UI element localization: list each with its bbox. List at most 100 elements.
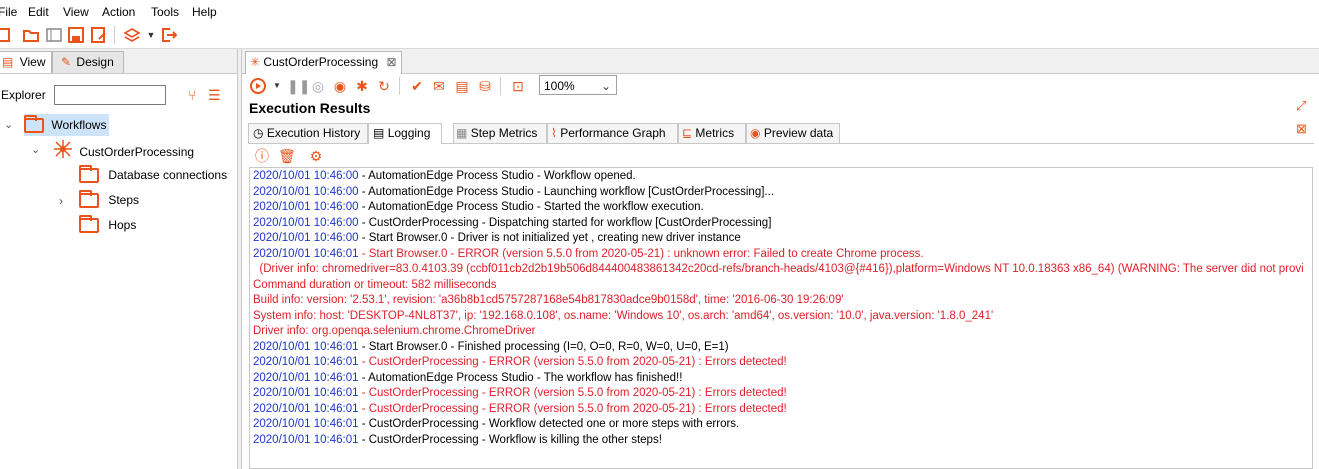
open-folder-icon[interactable] (23, 27, 39, 43)
log-message: - AutomationEdge Process Studio - Starte… (358, 201, 704, 213)
tree-label: CustOrderProcessing (79, 144, 195, 159)
log-error-message: (Driver info: chromedriver=83.0.4103.39 … (253, 263, 1304, 275)
new-file-icon[interactable] (0, 27, 12, 43)
tree-hierarchy-icon[interactable]: ⑂ (188, 87, 196, 103)
close-icon[interactable]: ⊠ (386, 55, 396, 69)
menu-tools[interactable]: Tools (151, 5, 179, 19)
eye-icon: ◉ (750, 126, 761, 140)
toolbar-divider (399, 77, 400, 95)
error-filter-icon[interactable]: ⓘ (254, 148, 270, 164)
tree-item-steps[interactable]: Steps (79, 189, 139, 211)
log-error-message: Driver info: org.openqa.selenium.chrome.… (253, 325, 536, 337)
zoom-select[interactable]: 100% ⌄ (539, 75, 617, 95)
explorer-search-input[interactable] (54, 85, 166, 105)
tree-label: Steps (108, 193, 140, 207)
menu-file[interactable]: File (0, 5, 17, 19)
maximize-icon[interactable]: ⤢ (1296, 98, 1306, 114)
export-icon[interactable] (161, 27, 178, 43)
log-timestamp: 2020/10/01 10:46:01 (253, 387, 359, 399)
log-timestamp: 2020/10/01 10:46:01 (253, 402, 359, 415)
tab-metrics[interactable]: ⊑ Metrics (678, 123, 746, 143)
menu-bar: File Edit View Action Tools Help (0, 0, 1319, 22)
log-timestamp: 2020/10/01 10:46:01 (253, 433, 359, 446)
tree-item-hops[interactable]: Hops (79, 214, 136, 236)
log-line: 2020/10/01 10:46:00 - CustOrderProcessin… (253, 216, 771, 232)
run-icon[interactable] (250, 78, 266, 94)
log-line: Driver info: org.openqa.selenium.chrome.… (253, 324, 536, 340)
stop-icon[interactable]: ◎ (310, 78, 326, 94)
collapse-all-icon[interactable]: ☰ (208, 87, 221, 104)
tab-execution-history[interactable]: ◷ Execution History (248, 123, 368, 143)
editor-tab-custorderprocessing[interactable]: ✳ CustOrderProcessing ⊠ (245, 51, 402, 74)
execution-toolbar: ▼ ❚❚ ◎ ◉ ✱ ↻ ✔ ✉ ▤ ⛁ ⊡ (242, 74, 1319, 98)
log-error-message: Build info: version: '2.53.1', revision:… (253, 294, 844, 306)
sql-icon[interactable]: ▤ (454, 78, 470, 94)
dropdown-arrow-icon[interactable]: ▼ (143, 27, 159, 43)
explorer-icon[interactable] (46, 27, 62, 43)
clock-icon: ◷ (253, 126, 264, 140)
layers-icon[interactable] (123, 27, 141, 43)
menu-help[interactable]: Help (192, 5, 217, 19)
log-error-message: Command duration or timeout: 582 millise… (253, 278, 497, 291)
tab-view[interactable]: ▤ View (0, 51, 52, 73)
log-message: - CustOrderProcessing - Dispatching star… (358, 216, 772, 229)
tab-performance-graph[interactable]: ⌇ Performance Graph (547, 123, 678, 143)
debug-bug-icon[interactable]: ✱ (354, 78, 370, 94)
tab-label: Logging (387, 126, 431, 140)
metrics-icon: ⊑ (682, 126, 693, 140)
tab-label: Performance Graph (560, 126, 666, 140)
align-grid-icon[interactable]: ⊡ (510, 78, 526, 94)
log-text-area[interactable]: 2020/10/01 10:46:00 - AutomationEdge Pro… (249, 167, 1313, 469)
chevron-right-icon[interactable]: › (59, 194, 63, 208)
log-line: 2020/10/01 10:46:01 - Start Browser.0 - … (253, 340, 729, 356)
chevron-down-icon[interactable]: ⌄ (31, 143, 40, 156)
verify-icon[interactable]: ✔ (409, 78, 425, 94)
pause-icon[interactable]: ❚❚ (287, 78, 310, 94)
gear-icon[interactable]: ⚙ (308, 148, 324, 164)
chevron-down-icon: ⌄ (600, 79, 611, 93)
tree-item-workflow[interactable]: CustOrderProcessing (52, 139, 194, 161)
tab-design[interactable]: ✎ Design (52, 51, 124, 73)
log-timestamp: 2020/10/01 10:46:00 (253, 216, 359, 229)
log-line: 2020/10/01 10:46:01 - CustOrderProcessin… (253, 355, 787, 371)
chevron-down-icon[interactable]: ⌄ (4, 118, 13, 131)
log-timestamp: 2020/10/01 10:46:00 (253, 185, 359, 198)
tab-preview-data[interactable]: ◉ Preview data (746, 123, 840, 143)
impact-icon[interactable]: ✉ (431, 78, 447, 94)
save-as-icon[interactable] (91, 27, 107, 43)
tab-step-metrics[interactable]: ▦ Step Metrics (453, 123, 547, 143)
log-timestamp: 2020/10/01 10:46:01 (253, 418, 359, 430)
main-toolbar: ▼ (0, 22, 1319, 49)
menu-view[interactable]: View (63, 5, 89, 19)
database-explore-icon[interactable]: ⛁ (477, 78, 493, 94)
workflow-icon (52, 139, 74, 166)
trash-icon[interactable]: 🗑 (278, 148, 296, 164)
log-line: Command duration or timeout: 582 millise… (253, 278, 497, 294)
tab-label: Metrics (695, 126, 735, 140)
log-line: 2020/10/01 10:46:00 - AutomationEdge Pro… (253, 169, 636, 185)
tree-label: Workflows (51, 118, 107, 132)
log-message: - Start Browser.0 - Driver is not initia… (358, 232, 741, 244)
editor-tab-label: CustOrderProcessing (263, 55, 379, 69)
results-tab-bar: ◷ Execution History ▤ Logging ▦ Step Met… (248, 123, 1314, 144)
tree-item-workflows[interactable]: Workflows (24, 114, 110, 136)
log-message: - AutomationEdge Process Studio - Workfl… (358, 170, 636, 182)
menu-edit[interactable]: Edit (28, 5, 49, 19)
replay-icon[interactable]: ↻ (376, 78, 392, 94)
log-timestamp: 2020/10/01 10:46:00 (253, 201, 359, 213)
log-line: (Driver info: chromedriver=83.0.4103.39 … (253, 262, 1304, 278)
log-message: - Start Browser.0 - Finished processing … (358, 340, 729, 353)
menu-action[interactable]: Action (102, 5, 135, 19)
explorer-panel: ▤ View ✎ Design Explorer ⑂ ☰ ⌄ Workflows… (0, 49, 238, 469)
tab-design-label: Design (76, 55, 114, 69)
folder-icon (24, 115, 44, 134)
save-icon[interactable] (68, 27, 84, 43)
preview-eye-icon[interactable]: ◉ (332, 78, 348, 94)
editor-panel: ✳ CustOrderProcessing ⊠ ▼ ❚❚ ◎ ◉ ✱ ↻ ✔ ✉… (241, 49, 1319, 469)
dropdown-arrow-icon[interactable]: ▼ (269, 78, 285, 94)
tab-logging[interactable]: ▤ Logging (368, 123, 442, 144)
log-timestamp: 2020/10/01 10:46:01 (253, 356, 359, 368)
tree-item-database-connections[interactable]: Database connections (79, 164, 227, 186)
log-line: 2020/10/01 10:46:01 - Start Browser.0 - … (253, 247, 924, 263)
log-timestamp: 2020/10/01 10:46:01 (253, 247, 359, 260)
